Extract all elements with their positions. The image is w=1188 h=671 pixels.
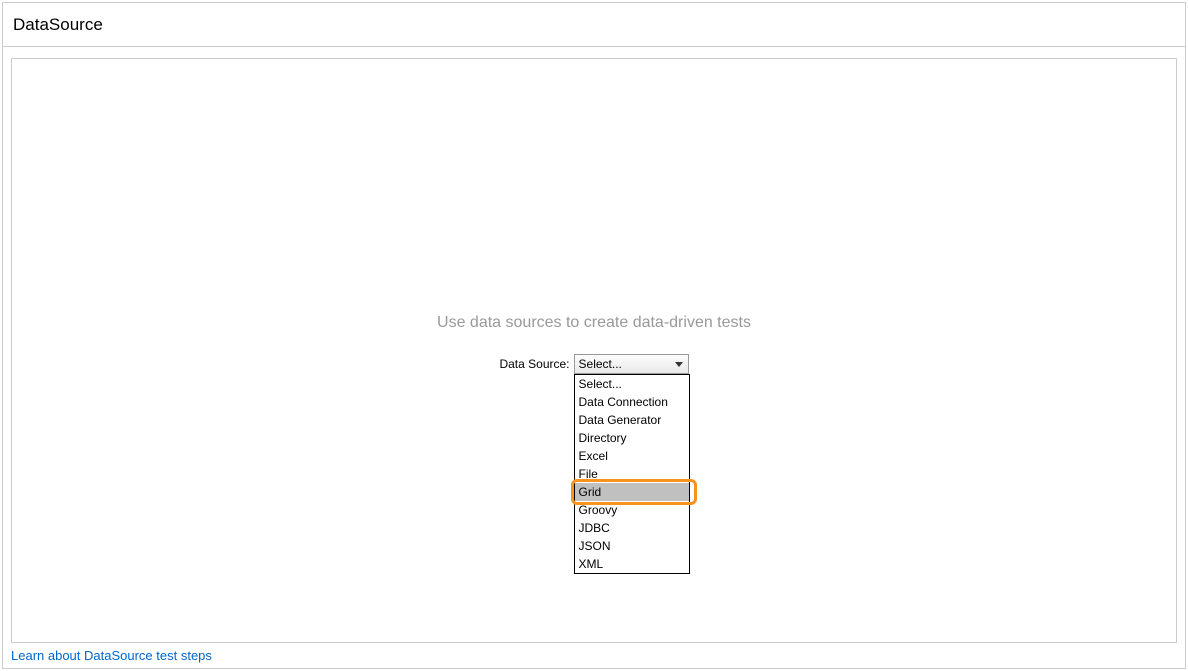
select-value: Select...: [579, 357, 622, 371]
dropdown-option[interactable]: JSON: [575, 537, 689, 555]
dropdown-option[interactable]: Select...: [575, 375, 689, 393]
data-source-select[interactable]: Select... Select...Data ConnectionData G…: [574, 354, 689, 374]
center-block: Use data sources to create data-driven t…: [12, 314, 1176, 374]
learn-more-link[interactable]: Learn about DataSource test steps: [11, 648, 212, 663]
datasource-panel: DataSource Use data sources to create da…: [2, 2, 1186, 669]
dropdown-option[interactable]: Data Generator: [575, 411, 689, 429]
chevron-down-icon: [672, 357, 686, 371]
data-source-label: Data Source:: [499, 357, 569, 371]
dropdown-option[interactable]: XML: [575, 555, 689, 573]
dropdown-option[interactable]: Excel: [575, 447, 689, 465]
content-area: Use data sources to create data-driven t…: [11, 58, 1177, 643]
data-source-row: Data Source: Select... Select...Data Con…: [499, 354, 688, 374]
data-source-dropdown: Select...Data ConnectionData GeneratorDi…: [574, 374, 690, 574]
dropdown-option[interactable]: Groovy: [575, 501, 689, 519]
panel-title: DataSource: [13, 15, 103, 35]
dropdown-option[interactable]: Grid: [575, 483, 689, 501]
dropdown-option[interactable]: JDBC: [575, 519, 689, 537]
dropdown-option[interactable]: File: [575, 465, 689, 483]
panel-header: DataSource: [3, 3, 1185, 47]
prompt-text: Use data sources to create data-driven t…: [12, 314, 1176, 332]
dropdown-option[interactable]: Data Connection: [575, 393, 689, 411]
dropdown-option[interactable]: Directory: [575, 429, 689, 447]
